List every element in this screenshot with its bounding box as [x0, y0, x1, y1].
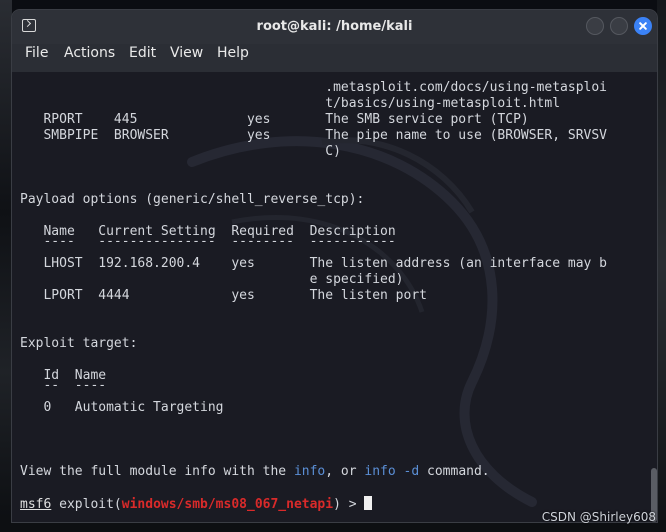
menu-help[interactable]: Help — [217, 45, 249, 61]
module-info-hint: View the full module info with the info,… — [20, 464, 490, 479]
table-row: LHOST 192.168.200.4 yes The listen addre… — [20, 256, 607, 271]
desktop-background-right — [657, 0, 666, 532]
menu-actions[interactable]: Actions — [64, 45, 115, 61]
payload-options-heading: Payload options (generic/shell_reverse_t… — [20, 192, 365, 207]
csdn-watermark: CSDN @Shirley608 — [541, 510, 656, 524]
menu-view[interactable]: View — [170, 45, 203, 61]
table-header-underline: -- ---- — [20, 378, 107, 393]
desktop-background-left — [0, 0, 12, 532]
table-row: 0 Automatic Targeting — [20, 400, 224, 415]
output-line: C) — [20, 144, 341, 159]
minimize-button[interactable] — [586, 17, 604, 35]
info-d-command: info -d — [364, 464, 420, 479]
menu-bar: File Actions Edit View Help — [12, 44, 657, 72]
table-header-underline: ---- --------------- -------- ----------… — [20, 234, 396, 249]
terminal-window: root@kali: /home/kali File Actions Edit … — [12, 10, 657, 522]
hint-text: command. — [419, 464, 490, 479]
output-line: RPORT 445 yes The SMB service port (TCP) — [20, 112, 529, 127]
output-line: t/basics/using-metasploit.html — [20, 96, 561, 111]
kali-dragon-watermark-icon — [187, 136, 537, 507]
prompt-end: ) > — [333, 497, 365, 512]
menu-file[interactable]: File — [25, 45, 48, 61]
text-cursor — [364, 496, 373, 510]
window-title: root@kali: /home/kali — [256, 19, 413, 34]
menu-edit[interactable]: Edit — [129, 45, 156, 61]
table-row: LPORT 4444 yes The listen port — [20, 288, 427, 303]
prompt-msf: msf6 — [20, 497, 52, 512]
close-button[interactable] — [634, 17, 652, 35]
table-row: e specified) — [20, 272, 404, 287]
command-prompt[interactable]: msf6 exploit(windows/smb/ms08_067_netapi… — [20, 496, 373, 512]
hint-text: , or — [325, 464, 365, 479]
maximize-button[interactable] — [610, 17, 628, 35]
title-bar[interactable]: root@kali: /home/kali — [12, 10, 657, 44]
hint-text: View the full module info with the — [20, 464, 294, 479]
exploit-target-heading: Exploit target: — [20, 336, 138, 351]
prompt-exploit: exploit( — [51, 497, 122, 512]
info-command: info — [293, 464, 326, 479]
output-line: .metasploit.com/docs/using-metasploi — [20, 80, 607, 95]
output-line: SMBPIPE BROWSER yes The pipe name to use… — [20, 128, 607, 143]
prompt-module: windows/smb/ms08_067_netapi — [121, 497, 334, 512]
terminal-output[interactable]: .metasploit.com/docs/using-metasploi t/b… — [12, 72, 657, 522]
